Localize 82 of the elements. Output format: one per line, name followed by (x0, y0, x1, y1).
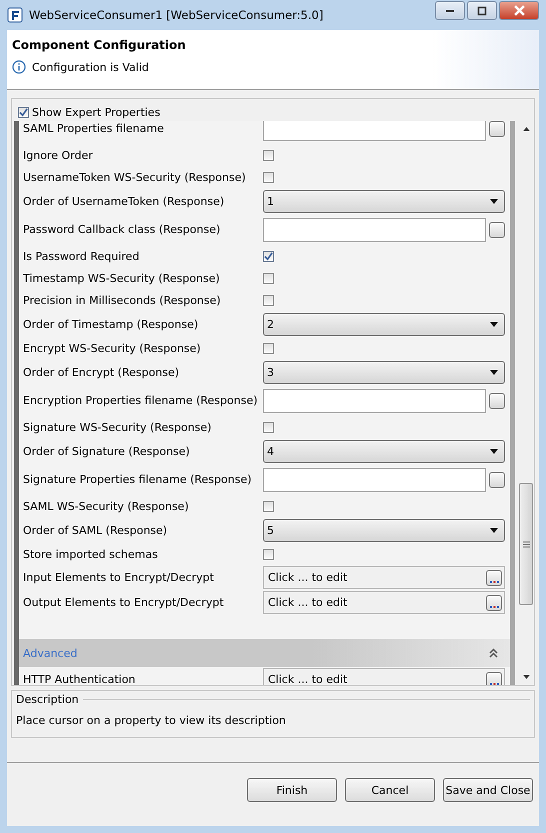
ellipsis-button[interactable] (486, 672, 502, 685)
minimize-button[interactable] (435, 1, 465, 20)
property-label: Store imported schemas (23, 548, 159, 560)
caret-icon (490, 528, 498, 532)
text-field[interactable] (263, 218, 486, 242)
property-label: Input Elements to Encrypt/Decrypt (23, 571, 215, 584)
scrollbar-thumb[interactable] (519, 483, 533, 605)
ellipsis-button[interactable] (486, 594, 502, 610)
checkbox[interactable] (263, 500, 274, 512)
checkbox[interactable] (263, 548, 274, 560)
property-label: SAML Properties filename (23, 122, 165, 135)
browse-button[interactable] (489, 121, 505, 136)
minimize-icon (446, 10, 454, 12)
dropdown[interactable]: 4 (263, 440, 505, 462)
text-field[interactable] (263, 388, 486, 412)
check-icon (19, 108, 28, 116)
grip-icon (522, 540, 530, 548)
ellipsis-icon (490, 682, 498, 684)
property-label: Signature WS-Security (Response) (23, 420, 212, 434)
edit-field[interactable]: Click ... to edit (263, 566, 505, 589)
text-field[interactable] (263, 468, 486, 492)
checkbox[interactable] (263, 294, 274, 306)
property-label: Is Password Required (23, 250, 140, 262)
property-label: Ignore Order (23, 148, 94, 162)
status-text: Configuration is Valid (32, 60, 149, 74)
property-label: HTTP Authentication (23, 673, 136, 685)
ellipsis-icon (490, 580, 498, 582)
maximize-button[interactable] (467, 1, 497, 20)
close-button[interactable] (499, 1, 539, 20)
collapse-chevron-icon (489, 648, 498, 658)
property-label: UsernameToken WS-Security (Response) (23, 170, 247, 184)
maximize-icon (477, 6, 487, 16)
checkbox[interactable] (263, 172, 274, 182)
browse-button[interactable] (489, 222, 505, 238)
property-label: Order of Timestamp (Response) (23, 318, 200, 330)
caret-icon (490, 322, 498, 326)
section-title: Description (16, 693, 79, 706)
dialog-button[interactable]: Save and Close (443, 778, 533, 802)
property-label: Order of Encrypt (Response) (23, 366, 180, 378)
dropdown[interactable]: 1 (263, 190, 505, 212)
checkbox[interactable] (18, 106, 29, 118)
property-label: Output Elements to Encrypt/Decrypt (23, 596, 225, 609)
checkbox[interactable] (263, 342, 274, 354)
description-text: Place cursor on a property to view its description (16, 714, 287, 727)
dropdown[interactable]: 2 (263, 312, 505, 336)
dropdown[interactable]: 3 (263, 360, 505, 384)
dialog-button[interactable]: Finish (247, 778, 337, 802)
property-label: Precision in Milliseconds (Response) (23, 294, 222, 306)
dialog-button[interactable]: Cancel (345, 778, 435, 802)
info-icon (12, 60, 26, 74)
app-logo-icon (7, 7, 23, 23)
property-label: Signature Properties filename (Response) (23, 473, 253, 486)
property-label: Order of UsernameToken (Response) (23, 194, 226, 208)
property-label: Order of Signature (Response) (23, 444, 191, 458)
caret-icon (490, 370, 498, 374)
caret-icon (490, 198, 498, 204)
edit-field[interactable]: Click ... to edit (263, 668, 505, 685)
property-label: Order of SAML (Response) (23, 524, 168, 536)
ellipsis-button[interactable] (486, 570, 502, 586)
window-title: WebServiceConsumer1 [WebServiceConsumer:5.0] (29, 8, 324, 22)
dropdown[interactable]: 5 (263, 518, 505, 542)
property-label: SAML WS-Security (Response) (23, 500, 190, 512)
caret-icon (490, 448, 498, 454)
checkbox[interactable] (263, 150, 274, 160)
scroll-down-arrow-icon[interactable] (522, 675, 530, 679)
property-label: Password Callback class (Response) (23, 223, 222, 236)
scroll-up-arrow-icon[interactable] (522, 127, 530, 131)
checkbox[interactable] (263, 250, 274, 262)
checkbox[interactable] (263, 422, 274, 432)
checkbox[interactable] (263, 272, 274, 284)
text-field[interactable] (263, 121, 486, 140)
checkbox-label: Show Expert Properties (32, 106, 160, 118)
edit-field[interactable]: Click ... to edit (263, 591, 505, 614)
page-title: Component Configuration (12, 38, 187, 52)
property-label: Encryption Properties filename (Response) (23, 394, 258, 407)
check-icon (264, 252, 273, 260)
close-icon (514, 5, 524, 16)
property-label: Encrypt WS-Security (Response) (23, 342, 202, 354)
property-label: Timestamp WS-Security (Response) (23, 272, 221, 284)
ellipsis-icon (490, 604, 498, 608)
browse-button[interactable] (489, 472, 505, 488)
browse-button[interactable] (489, 392, 505, 408)
